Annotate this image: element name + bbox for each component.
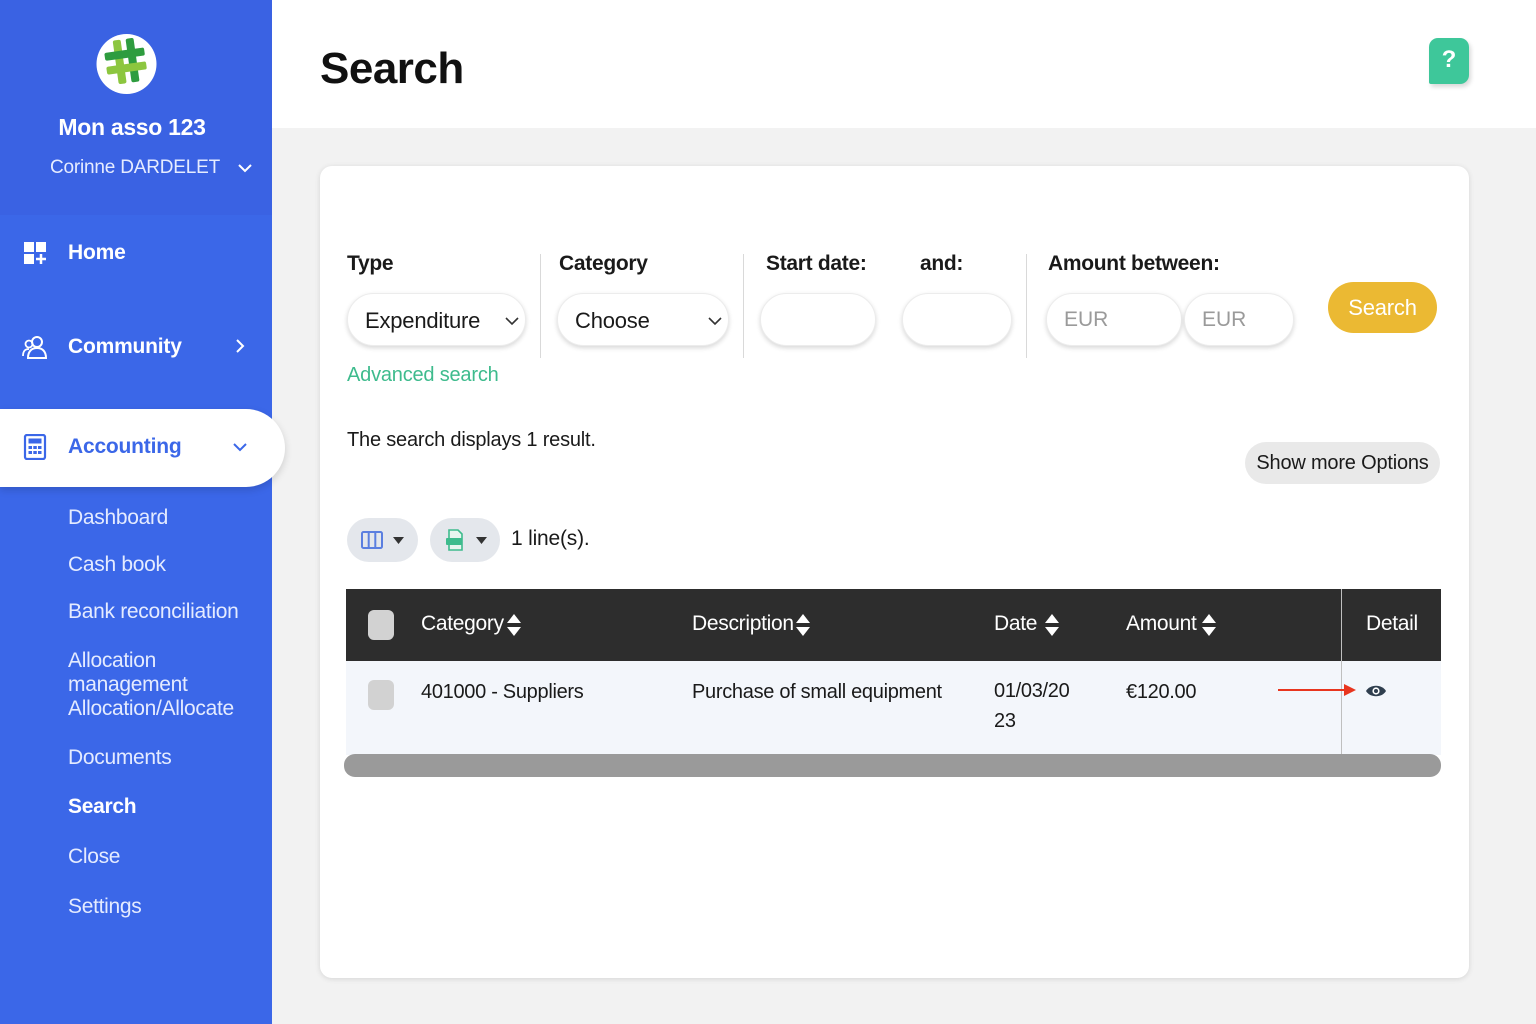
end-date-label: and: [920, 252, 964, 275]
cell-amount: €120.00 [1126, 681, 1197, 703]
sidebar-subitem-dashboard[interactable]: Dashboard [68, 506, 168, 530]
horizontal-scrollbar[interactable] [344, 754, 1441, 777]
user-name: Corinne DARDELET [50, 157, 220, 178]
show-more-options-button[interactable]: Show more Options [1245, 442, 1440, 484]
filter-divider [540, 254, 541, 358]
detail-column-divider [1341, 589, 1342, 757]
type-label: Type [347, 252, 394, 275]
page-title: Search [320, 44, 464, 93]
organization-logo [96, 34, 157, 94]
column-header-category[interactable]: Category [421, 612, 504, 636]
users-icon [22, 336, 48, 359]
type-select-value: Expenditure [365, 308, 481, 333]
sort-icon[interactable] [795, 613, 811, 637]
table-row[interactable]: 401000 - Suppliers Purchase of small equ… [346, 661, 1441, 755]
start-date-label: Start date: [766, 252, 867, 275]
category-select-value: Choose [575, 308, 650, 333]
sidebar-item-label: Home [68, 241, 126, 264]
amount-max-input[interactable] [1184, 293, 1294, 346]
chevron-down-icon [505, 317, 519, 326]
organization-name: Mon asso 123 [58, 114, 206, 140]
sort-icon[interactable] [1044, 613, 1060, 637]
sidebar-item-label: Community [68, 335, 182, 358]
page-header: Search ? [272, 0, 1536, 128]
help-button[interactable]: ? [1429, 38, 1469, 84]
column-header-description[interactable]: Description [692, 612, 794, 636]
filter-divider [1026, 254, 1027, 358]
end-date-input[interactable] [902, 293, 1012, 346]
sidebar-subitem-allocation-allocate[interactable]: Allocation/Allocate [68, 697, 234, 721]
csv-file-icon [446, 529, 463, 551]
cell-description: Purchase of small equipment [692, 681, 942, 703]
lines-count: 1 line(s). [511, 527, 590, 550]
column-header-detail: Detail [1366, 612, 1418, 635]
arrow-annotation-icon [1278, 684, 1356, 696]
sidebar-item-home[interactable]: Home [0, 222, 272, 282]
sidebar-subitem-documents[interactable]: Documents [68, 746, 172, 770]
chevron-right-icon [236, 339, 245, 353]
sidebar-subitem-cash-book[interactable]: Cash book [68, 553, 166, 577]
sidebar-item-community[interactable]: Community [0, 316, 272, 376]
cell-date: 01/03/2023 [994, 680, 1070, 732]
amount-min-input[interactable] [1046, 293, 1182, 346]
chevron-down-icon [233, 443, 247, 452]
eye-icon[interactable] [1365, 684, 1387, 698]
calculator-icon [23, 434, 47, 460]
caret-down-icon [476, 537, 487, 544]
sidebar: Mon asso 123 Corinne DARDELET Home Commu… [0, 0, 285, 1024]
sidebar-item-accounting[interactable]: Accounting [0, 409, 285, 487]
table-header: Category Description Date Amount Detail [346, 589, 1441, 661]
amount-label: Amount between: [1048, 252, 1220, 275]
search-card: Type Category Start date: and: Amount be… [320, 166, 1469, 978]
sort-icon[interactable] [506, 613, 522, 637]
sidebar-subitem-bank-reconciliation[interactable]: Bank reconciliation [68, 600, 239, 624]
result-summary: The search displays 1 result. [347, 429, 596, 451]
sidebar-subitem-close[interactable]: Close [68, 845, 121, 869]
type-select[interactable]: Expenditure [347, 293, 526, 346]
columns-button[interactable] [347, 518, 418, 562]
sidebar-subitem-settings[interactable]: Settings [68, 895, 142, 919]
column-header-date[interactable]: Date [994, 612, 1037, 636]
dashboard-icon [24, 242, 46, 264]
export-button[interactable] [430, 518, 500, 562]
advanced-search-link[interactable]: Advanced search [347, 364, 499, 387]
caret-down-icon [393, 537, 404, 544]
cell-category: 401000 - Suppliers [421, 681, 584, 703]
start-date-input[interactable] [760, 293, 876, 346]
columns-icon [361, 531, 383, 549]
select-all-checkbox[interactable] [368, 610, 394, 640]
sidebar-subitem-search[interactable]: Search [68, 795, 137, 819]
column-header-amount[interactable]: Amount [1126, 612, 1197, 636]
sidebar-subitem-allocation-management[interactable]: Allocation management [68, 649, 272, 697]
chevron-down-icon [708, 317, 722, 326]
category-label: Category [559, 252, 648, 275]
search-button[interactable]: Search [1328, 282, 1437, 333]
sidebar-header: Mon asso 123 Corinne DARDELET [0, 0, 272, 215]
row-checkbox[interactable] [368, 680, 394, 710]
sidebar-item-label: Accounting [68, 435, 182, 458]
chevron-down-icon [238, 164, 252, 173]
user-menu[interactable]: Corinne DARDELET [0, 155, 272, 183]
filter-divider [743, 254, 744, 358]
sort-icon[interactable] [1201, 613, 1217, 637]
category-select[interactable]: Choose [557, 293, 729, 346]
